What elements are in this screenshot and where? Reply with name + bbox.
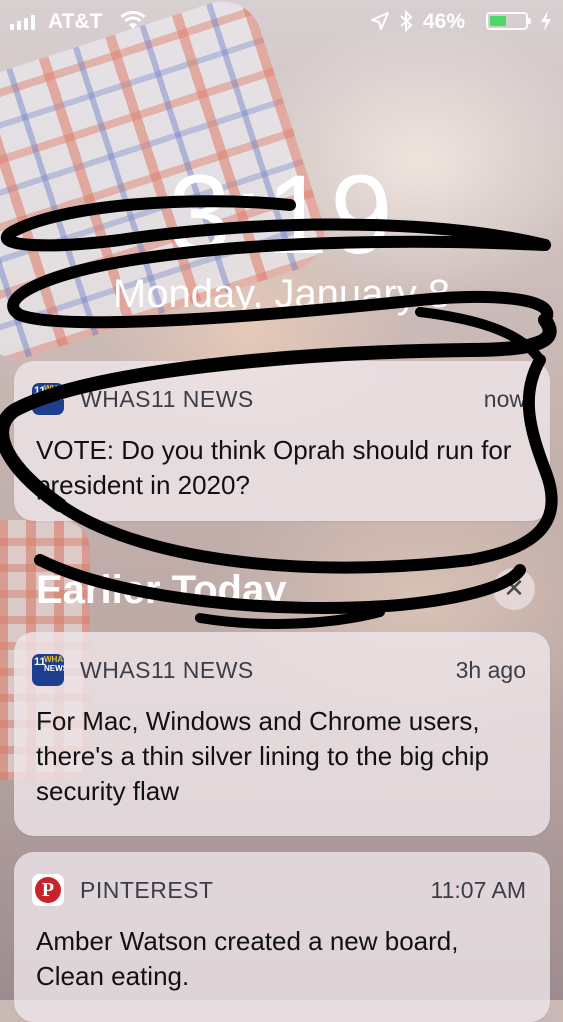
whas-icon-top-text: WHAS <box>44 655 64 664</box>
notification-time: now <box>483 386 526 412</box>
battery-fill <box>490 16 506 26</box>
pinterest-icon: P <box>32 874 64 906</box>
charging-bolt-icon <box>539 10 553 38</box>
notification-message: Amber Watson created a new board, Clean … <box>36 926 459 991</box>
notification-app-name: WHAS11 NEWS <box>80 657 254 683</box>
notification-header: P PINTEREST 11:07 AM <box>32 874 526 906</box>
whas-icon-bottom-text: NEWS <box>44 393 64 402</box>
lock-screen-date: Monday, January 8 <box>112 272 451 316</box>
battery-icon <box>486 12 531 30</box>
notification-message: For Mac, Windows and Chrome users, there… <box>36 706 489 806</box>
pinterest-logo: P <box>35 877 61 903</box>
battery-percentage: 46% <box>423 10 466 33</box>
wifi-icon <box>120 10 146 37</box>
notification-card[interactable]: P PINTEREST 11:07 AM Amber Watson create… <box>14 852 550 1022</box>
whas-icon-bottom-text: NEWS <box>44 664 64 673</box>
whas11-news-icon: 11 WHAS NEWS <box>32 654 64 686</box>
notification-message: VOTE: Do you think Oprah should run for … <box>36 435 512 500</box>
notification-header: 11 WHAS NEWS WHAS11 NEWS now <box>32 383 526 415</box>
carrier-name: AT&T <box>48 10 103 33</box>
notification-time: 3h ago <box>455 657 526 683</box>
notification-header: 11 WHAS NEWS WHAS11 NEWS 3h ago <box>32 654 526 686</box>
bluetooth-icon <box>398 9 414 39</box>
notification-time: 11:07 AM <box>430 877 526 903</box>
notification-card[interactable]: 11 WHAS NEWS WHAS11 NEWS now VOTE: Do yo… <box>14 361 550 521</box>
earlier-today-heading: Earlier Today <box>36 568 287 612</box>
whas-icon-top-text: WHAS <box>44 384 64 393</box>
clear-notifications-button[interactable]: ✕ <box>493 568 535 610</box>
notification-app-name: PINTEREST <box>80 877 214 903</box>
status-bar: AT&T 46% <box>0 0 563 44</box>
notification-app-name: WHAS11 NEWS <box>80 386 254 412</box>
location-arrow-icon <box>370 11 390 37</box>
notification-card[interactable]: 11 WHAS NEWS WHAS11 NEWS 3h ago For Mac,… <box>14 632 550 836</box>
cellular-signal-icon <box>10 13 35 30</box>
whas11-news-icon: 11 WHAS NEWS <box>32 383 64 415</box>
lock-screen-time: 3:19 <box>168 152 395 277</box>
